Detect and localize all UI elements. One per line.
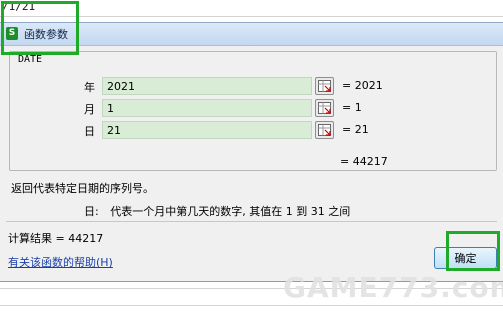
arg-label-month: 月 <box>84 103 95 116</box>
collapse-dialog-button-year[interactable] <box>315 77 334 95</box>
range-select-icon <box>318 124 331 136</box>
collapse-dialog-button-day[interactable] <box>315 121 334 139</box>
formula-result: = 44217 <box>340 155 388 168</box>
argument-description-label: 日: <box>84 205 99 218</box>
argument-description: 日: 代表一个月中第几天的数字, 其值在 1 到 31 之间 <box>84 203 350 219</box>
function-arguments-dialog: S 函数参数 DATE 年 = 2021 月 = 1 日 <box>0 22 503 282</box>
watermark-logo: GAME773.com <box>283 271 503 304</box>
calculation-result: 计算结果 = 44217 <box>8 232 104 245</box>
collapse-dialog-button-month[interactable] <box>315 99 334 117</box>
range-select-icon <box>318 80 331 92</box>
arg-input-year[interactable] <box>102 77 312 95</box>
highlight-box-title <box>1 1 79 55</box>
function-description: 返回代表特定日期的序列号。 <box>11 182 154 195</box>
arg-label-day: 日 <box>84 125 95 138</box>
function-name: DATE <box>18 54 43 65</box>
divider <box>6 221 497 222</box>
help-link[interactable]: 有关该函数的帮助(H) <box>8 254 113 270</box>
arg-result-day: = 21 <box>342 123 369 136</box>
range-select-icon <box>318 102 331 114</box>
argument-description-text: 代表一个月中第几天的数字, 其值在 1 到 31 之间 <box>110 205 351 218</box>
arg-input-month[interactable] <box>102 99 312 117</box>
arg-result-year: = 2021 <box>342 79 383 92</box>
arg-label-year: 年 <box>84 81 95 94</box>
arg-result-month: = 1 <box>342 101 362 114</box>
arg-input-day[interactable] <box>102 121 312 139</box>
highlight-box-ok <box>446 231 500 271</box>
